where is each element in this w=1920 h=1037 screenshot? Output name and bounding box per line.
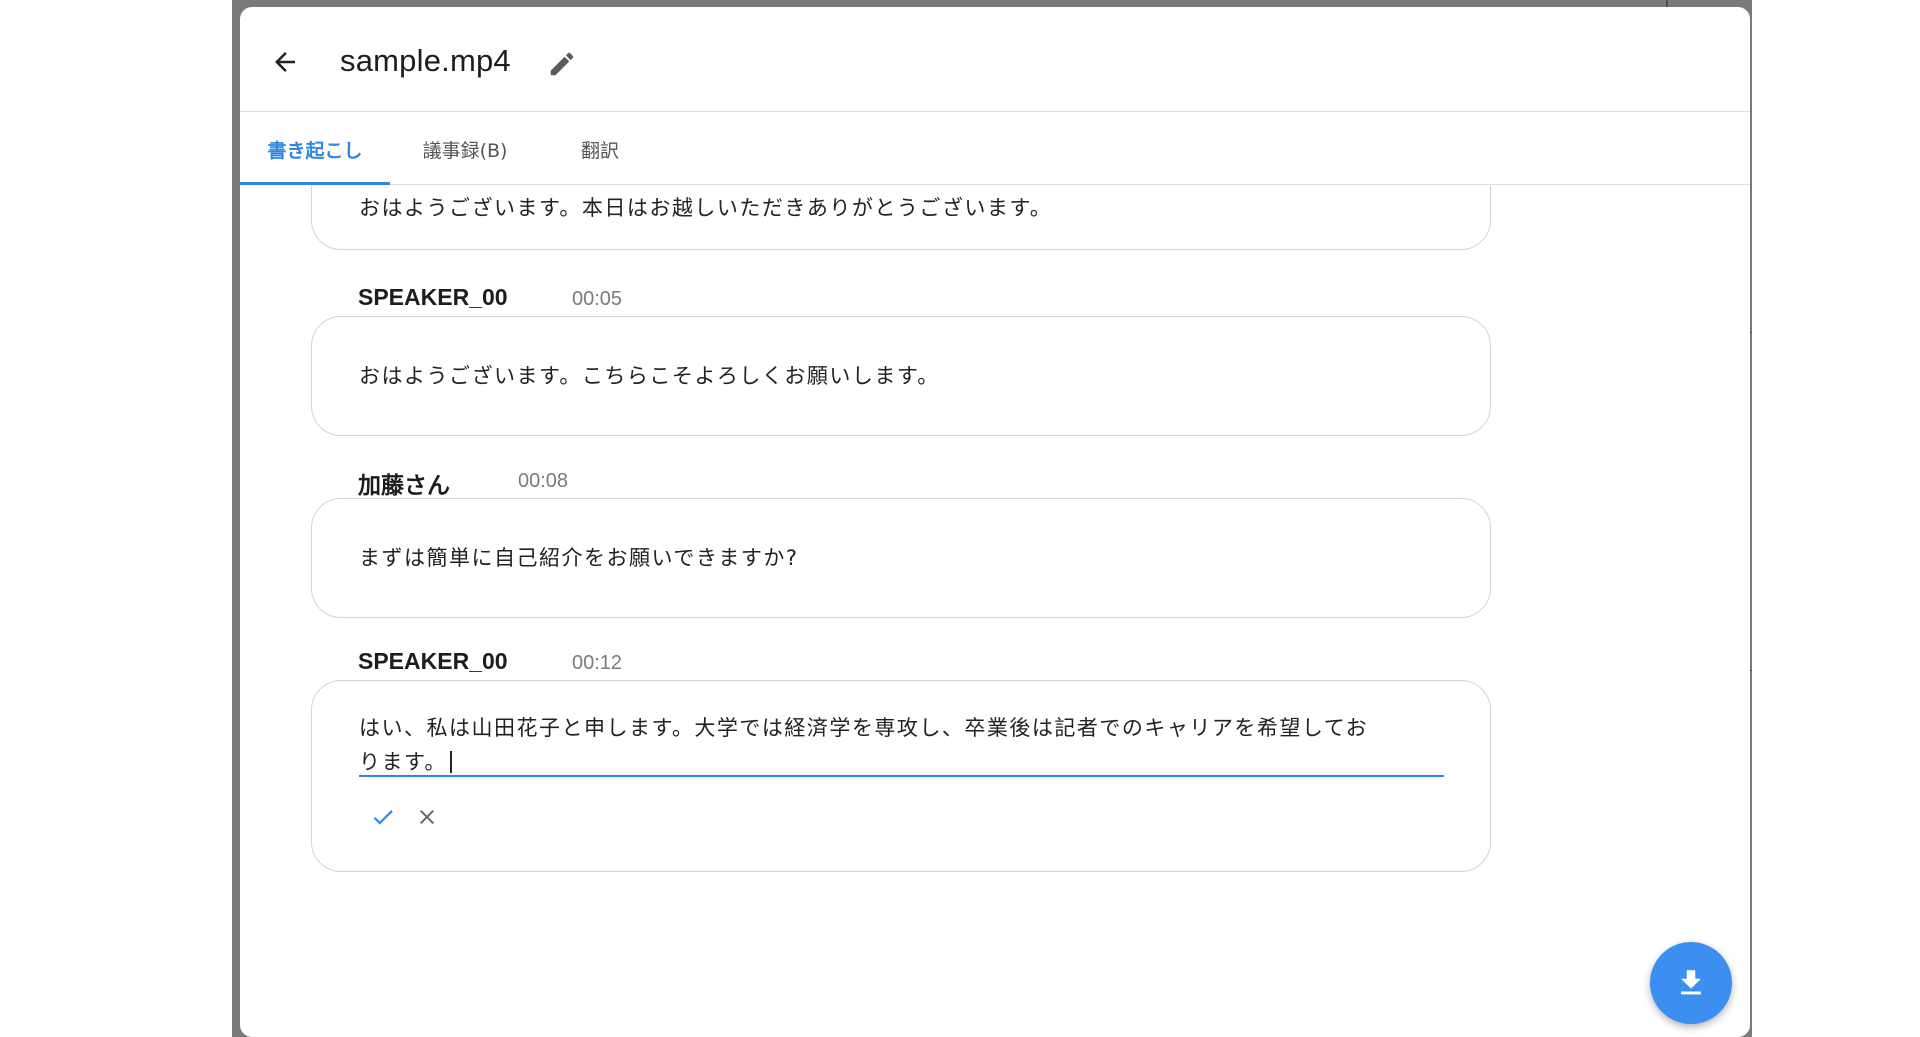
timestamp[interactable]: 00:08 bbox=[518, 470, 568, 493]
check-icon bbox=[373, 810, 393, 825]
transcript-text: まずは簡単に自己紹介をお願いできますか? bbox=[359, 546, 799, 570]
download-button[interactable] bbox=[1650, 942, 1732, 1024]
transcript-list: おはようございます。本日はお越しいただきありがとうございます。 SPEAKER_… bbox=[240, 186, 1750, 1037]
file-title: sample.mp4 bbox=[340, 43, 511, 78]
arrow-left-icon bbox=[275, 52, 295, 72]
active-tab-indicator bbox=[240, 182, 390, 185]
cancel-edit-button[interactable] bbox=[409, 799, 445, 835]
transcript-bubble-editing: はい、私は山田花子と申します。大学では経済学を専攻し、卒業後は記者でのキャリアを… bbox=[311, 680, 1491, 872]
timestamp[interactable]: 00:05 bbox=[572, 288, 622, 311]
confirm-edit-button[interactable] bbox=[365, 799, 401, 835]
back-button[interactable] bbox=[265, 42, 305, 82]
dialog-header: sample.mp4 bbox=[240, 7, 1750, 112]
download-icon bbox=[1681, 970, 1701, 995]
speaker-name[interactable]: SPEAKER_00 bbox=[358, 284, 508, 311]
text-cursor bbox=[449, 751, 452, 773]
timestamp[interactable]: 00:12 bbox=[572, 652, 622, 675]
transcript-bubble[interactable]: まずは簡単に自己紹介をお願いできますか? bbox=[311, 498, 1491, 618]
edit-text-line-wrap: ります。 bbox=[359, 745, 1444, 779]
transcript-dialog: sample.mp4 書き起こし 議事録(B) 翻訳 おはようございます。本日は… bbox=[240, 7, 1750, 1037]
speaker-name[interactable]: 加藤さん bbox=[358, 466, 450, 500]
transcript-text: おはようございます。本日はお越しいただきありがとうございます。 bbox=[359, 196, 1053, 220]
pencil-icon bbox=[550, 52, 574, 76]
transcript-bubble[interactable]: おはようございます。こちらこそよろしくお願いします。 bbox=[311, 316, 1491, 436]
edit-text-line: ります。 bbox=[359, 750, 447, 774]
tab-transcription[interactable]: 書き起こし bbox=[240, 113, 390, 185]
transcript-bubble[interactable]: おはようございます。本日はお越しいただきありがとうございます。 bbox=[311, 186, 1491, 250]
edit-text-line: はい、私は山田花子と申します。大学では経済学を専攻し、卒業後は記者でのキャリアを… bbox=[359, 716, 1369, 740]
tab-bar: 書き起こし 議事録(B) 翻訳 bbox=[240, 113, 1750, 185]
tab-translation[interactable]: 翻訳 bbox=[540, 113, 660, 185]
edit-title-button[interactable] bbox=[544, 46, 580, 82]
transcript-text: おはようございます。こちらこそよろしくお願いします。 bbox=[359, 364, 940, 388]
close-icon bbox=[420, 810, 434, 824]
speaker-name[interactable]: SPEAKER_00 bbox=[358, 648, 508, 675]
transcript-edit-field[interactable]: はい、私は山田花子と申します。大学では経済学を専攻し、卒業後は記者でのキャリアを… bbox=[359, 711, 1444, 777]
tab-minutes[interactable]: 議事録(B) bbox=[390, 113, 540, 185]
